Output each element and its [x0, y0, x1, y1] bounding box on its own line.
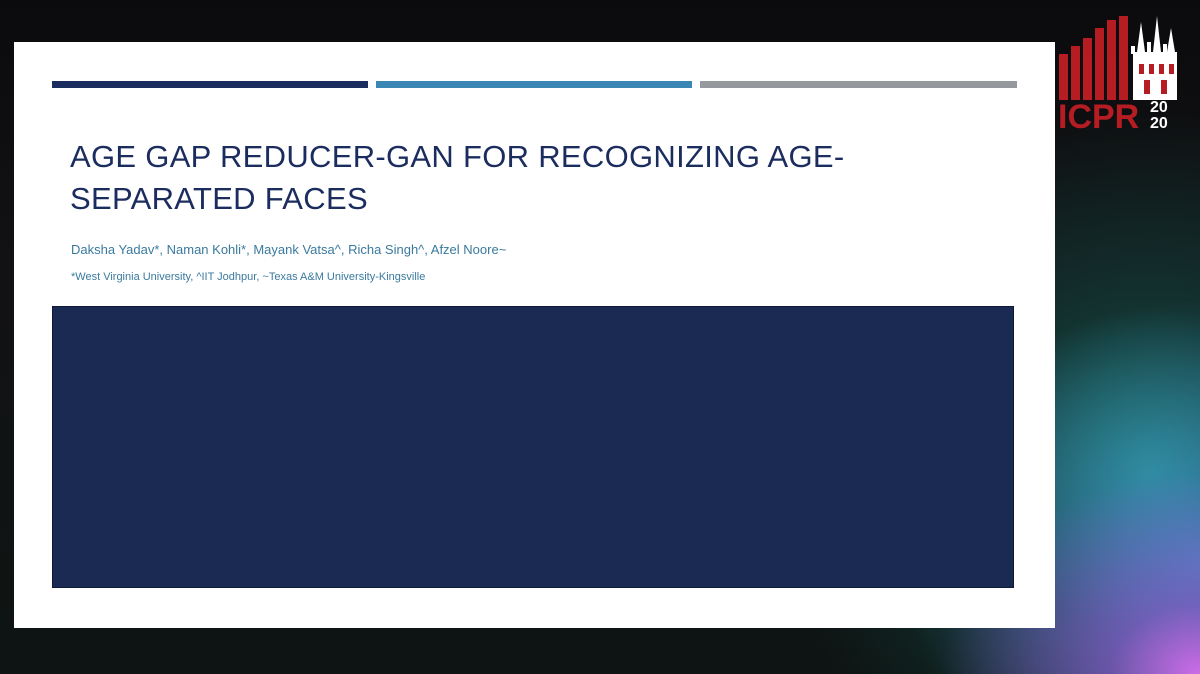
logo-year-bottom: 20	[1150, 115, 1168, 132]
accent-bar-gray	[700, 81, 1017, 88]
slide-content-box	[52, 306, 1014, 588]
logo-icpr-text: ICPR	[1058, 98, 1139, 132]
accent-bar-blue	[376, 81, 692, 88]
logo-bar	[1119, 16, 1128, 100]
logo-bar	[1107, 20, 1116, 100]
logo-bar	[1071, 46, 1080, 100]
logo-bar	[1059, 54, 1068, 100]
logo-year-top: 20	[1150, 99, 1168, 116]
slide-authors: Daksha Yadav*, Naman Kohli*, Mayank Vats…	[71, 242, 507, 257]
slide-title-line-1: AGE GAP REDUCER-GAN FOR RECOGNIZING AGE-	[70, 139, 845, 174]
logo-bar	[1095, 28, 1104, 100]
slide-affiliations: *West Virginia University, ^IIT Jodhpur,…	[71, 271, 426, 283]
icpr-2020-logo: ICPR 20 20	[1058, 16, 1177, 132]
logo-bar	[1083, 38, 1092, 100]
cathedral-icon	[1131, 16, 1177, 100]
accent-bar-navy	[52, 81, 368, 88]
presentation-slide: AGE GAP REDUCER-GAN FOR RECOGNIZING AGE-…	[14, 42, 1055, 628]
slide-title-line-2: SEPARATED FACES	[70, 181, 368, 216]
slide-title: AGE GAP REDUCER-GAN FOR RECOGNIZING AGE-…	[70, 136, 970, 220]
